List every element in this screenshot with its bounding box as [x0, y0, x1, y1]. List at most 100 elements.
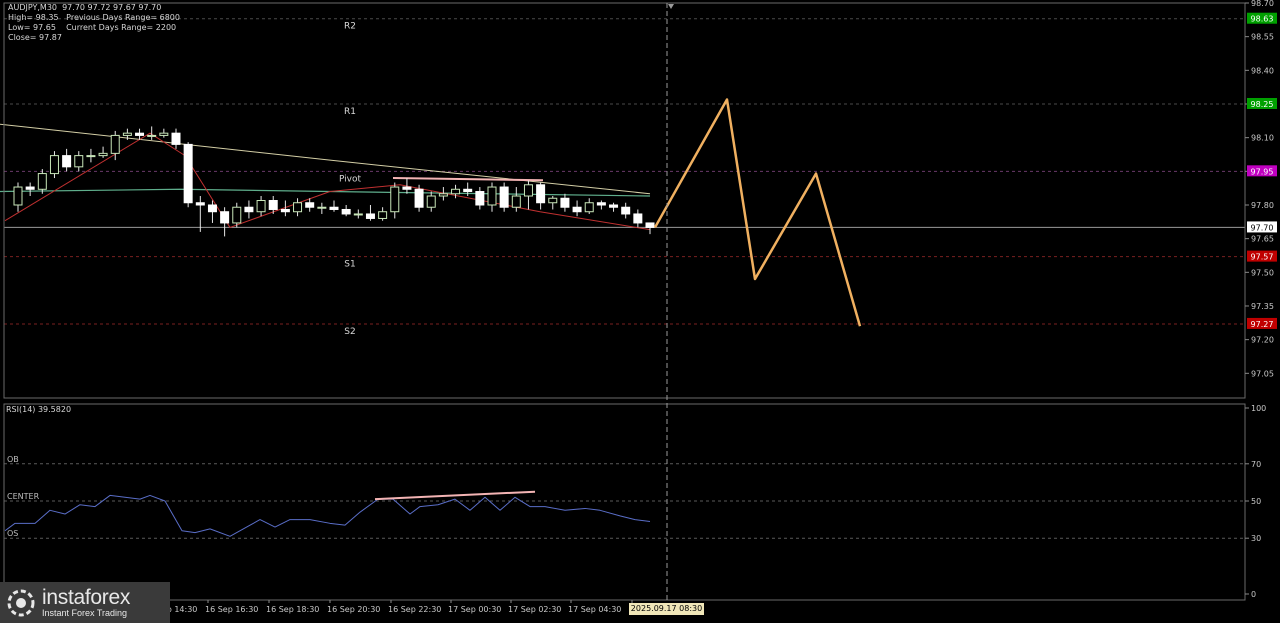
- candle-bull: [13, 186, 23, 206]
- candle-bear: [171, 132, 181, 145]
- ma-fast-line: [0, 188, 651, 197]
- candle-bull: [256, 200, 266, 213]
- candle-bull: [98, 152, 108, 157]
- rsi-tick-label: 30: [1251, 534, 1261, 543]
- candle-bear: [280, 208, 290, 213]
- rsi-level-label: CENTER: [7, 492, 40, 501]
- candle-bear: [499, 186, 509, 208]
- candle-bull: [147, 134, 157, 137]
- candle-bear: [596, 202, 606, 206]
- time-tick-label: 16 Sep 20:30: [327, 605, 380, 614]
- candle-bear: [609, 204, 619, 208]
- price-tick-label: 98.70: [1251, 0, 1274, 8]
- candle-bear: [25, 186, 35, 190]
- level-tag-text-r1: 98.25: [1251, 100, 1274, 109]
- price-tick-label: 97.80: [1251, 201, 1274, 210]
- candle-bull: [110, 134, 120, 154]
- candle-bear: [268, 200, 278, 210]
- rsi-pane-frame: [3, 403, 1246, 601]
- candle-bear: [341, 208, 351, 215]
- time-tick-label: 17 Sep 02:30: [508, 605, 561, 614]
- instaforex-logo: instaforex Instant Forex Trading: [0, 582, 170, 623]
- instaforex-logo-icon: [7, 589, 35, 616]
- candle-bear: [621, 206, 631, 215]
- candle-bull: [353, 213, 363, 216]
- current-time-label: 2025.09.17 08:30: [629, 603, 704, 615]
- candle-bull: [293, 202, 303, 213]
- level-label-r2: R2: [344, 22, 356, 32]
- level-label-r1: R1: [344, 107, 356, 117]
- level-tag-text-s2: 97.27: [1251, 320, 1274, 329]
- candle-bull: [317, 206, 327, 209]
- time-cursor-marker: [668, 4, 674, 9]
- candle-bear: [536, 184, 546, 204]
- candle-bull: [49, 155, 59, 175]
- candle-bull: [523, 184, 533, 197]
- candle-bull: [548, 197, 558, 204]
- candle-bear: [135, 132, 145, 136]
- level-tag-text-pivot: 97.95: [1251, 167, 1274, 176]
- candle-bear: [62, 155, 72, 168]
- candle-bull: [487, 186, 497, 206]
- candle-bear: [414, 188, 424, 208]
- candle-bull: [390, 186, 400, 213]
- high-line: High= 98.35 Previous Days Range= 6800: [8, 13, 180, 22]
- candle-bull: [122, 132, 132, 136]
- price-tick-label: 98.55: [1251, 33, 1274, 42]
- candle-bear: [305, 202, 315, 208]
- candle-bear: [645, 222, 655, 228]
- candle-bull: [378, 211, 388, 219]
- price-tick-label: 97.50: [1251, 268, 1274, 277]
- candle-bull: [37, 173, 47, 190]
- candle-bull: [232, 206, 242, 224]
- rsi-tick-label: 50: [1251, 497, 1261, 506]
- rsi-pane: OB CENTER OS: [4, 455, 1245, 539]
- axes: 98.70 98.55 98.40 98.25 98.10 97.95 97.80 97.65…: [3, 0, 1277, 614]
- time-tick-label: 17 Sep 04:30: [568, 605, 621, 614]
- candle-bull: [86, 155, 96, 158]
- candle-bear: [207, 204, 217, 213]
- price-tick-label: 98.10: [1251, 134, 1274, 143]
- rsi-title: RSI(14) 39.5820: [6, 405, 72, 414]
- candle-bear: [633, 213, 643, 224]
- level-label-s2: S2: [344, 327, 355, 337]
- candle-bull: [159, 132, 169, 136]
- level-label-s1: S1: [344, 260, 355, 270]
- logo-name: instaforex: [42, 586, 131, 609]
- candle-bear: [183, 143, 193, 204]
- rsi-tick-label: 70: [1251, 460, 1261, 469]
- chart-area: R2 R1 Pivot S1 S2 OB CENTER OS 98.70 98.55 98.40…: [0, 0, 1277, 614]
- level-tag-text-r2: 98.63: [1251, 15, 1274, 24]
- time-tick-label: 17 Sep 00:30: [448, 605, 501, 614]
- candle-bear: [329, 206, 339, 210]
- rsi-level-label: OB: [7, 455, 19, 464]
- candle-bull: [451, 188, 461, 195]
- price-pane: R2 R1 Pivot S1 S2: [0, 18, 1245, 337]
- candle-bear: [463, 188, 473, 193]
- level-label-pivot: Pivot: [339, 174, 362, 184]
- candle-bull: [584, 202, 594, 213]
- current-price-tag-text: 97.70: [1251, 223, 1274, 232]
- close-line: Close= 97.87: [8, 33, 62, 42]
- time-tick-label: 16 Sep 18:30: [266, 605, 319, 614]
- ma-slow-line: [0, 123, 651, 195]
- price-tick-label: 98.40: [1251, 66, 1274, 75]
- candle-bull: [74, 155, 84, 168]
- candle-bear: [402, 186, 412, 190]
- price-divergence-line: [392, 177, 544, 182]
- candle-bull: [426, 195, 436, 208]
- symbol-line: AUDJPY,M30 97.70 97.72 97.67 97.70: [8, 3, 162, 12]
- price-tick-label: 97.35: [1251, 302, 1274, 311]
- rsi-divergence-line: [374, 490, 536, 501]
- logo-tagline: Instant Forex Trading: [42, 608, 128, 618]
- rsi-tick-label: 100: [1251, 404, 1266, 413]
- level-tag-text-s1: 97.57: [1251, 253, 1274, 262]
- time-tick-label: 16 Sep 22:30: [388, 605, 441, 614]
- candle-bear: [560, 197, 570, 208]
- projection-path: [653, 98, 862, 327]
- candle-bear: [195, 202, 205, 206]
- rsi-line: [4, 494, 651, 537]
- time-tick-label: 16 Sep 16:30: [205, 605, 258, 614]
- candle-bear: [475, 191, 485, 206]
- candle-bull: [511, 195, 521, 208]
